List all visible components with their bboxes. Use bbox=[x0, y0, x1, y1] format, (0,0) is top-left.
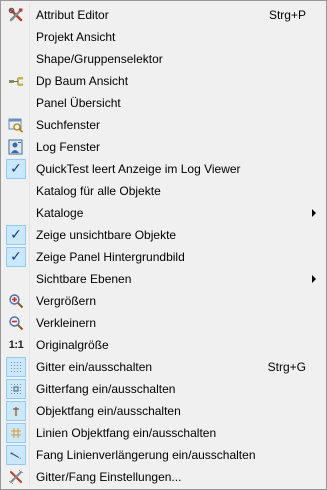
menu-item-gitterfang[interactable]: Gitterfang ein/ausschalten bbox=[3, 378, 324, 400]
menu-item-shape-gruppenselektor[interactable]: Shape/Gruppenselektor bbox=[3, 48, 324, 70]
menu-item-label: Suchfenster bbox=[36, 118, 101, 132]
menu-item-label: Projekt Ansicht bbox=[36, 30, 116, 44]
menu-item-sichtbare-ebenen[interactable]: Sichtbare Ebenen bbox=[3, 268, 324, 290]
search-window-icon bbox=[3, 114, 29, 136]
menu-item-fang-linienverlaengerung[interactable]: Fang Linienverlängerung ein/ausschalten bbox=[3, 444, 324, 466]
menu-item-label: Fang Linienverlängerung ein/ausschalten bbox=[36, 448, 256, 462]
log-window-icon bbox=[3, 136, 29, 158]
zoom-out-icon bbox=[3, 312, 29, 334]
menu-item-label: Panel Übersicht bbox=[36, 96, 121, 110]
object-snap-icon bbox=[6, 401, 26, 421]
menu-item-projekt-ansicht[interactable]: Projekt Ansicht bbox=[3, 26, 324, 48]
menu-item-verkleinern[interactable]: Verkleinern bbox=[3, 312, 324, 334]
zoom-in-icon bbox=[3, 290, 29, 312]
menu-item-label: Objektfang ein/ausschalten bbox=[36, 404, 181, 418]
menu-item-label: Attribut Editor bbox=[36, 8, 109, 22]
menu-item-zeige-unsichtbare-objekte[interactable]: ✓ Zeige unsichtbare Objekte bbox=[3, 224, 324, 246]
menu-item-katalog-alle-objekte[interactable]: Katalog für alle Objekte bbox=[3, 180, 324, 202]
menu-item-label: Log Fenster bbox=[36, 140, 101, 154]
menu-item-label: Zeige unsichtbare Objekte bbox=[36, 228, 177, 242]
grid-settings-icon bbox=[3, 466, 29, 488]
menu-item-kataloge[interactable]: Kataloge bbox=[3, 202, 324, 224]
menu-item-label: Zeige Panel Hintergrundbild bbox=[36, 250, 185, 264]
line-extension-snap-icon bbox=[6, 445, 26, 465]
menu-item-label: Gitter ein/ausschalten bbox=[36, 360, 153, 374]
submenu-arrow-icon bbox=[312, 209, 316, 217]
menu-item-attribut-editor[interactable]: Attribut Editor Strg+P bbox=[3, 4, 324, 26]
checkmark-icon: ✓ bbox=[10, 249, 22, 265]
original-size-icon: 1:1 bbox=[8, 339, 24, 351]
menu-item-label: Gitter/Fang Einstellungen... bbox=[36, 470, 182, 484]
menu-item-shortcut: Strg+G bbox=[267, 360, 306, 374]
menu-item-suchfenster[interactable]: Suchfenster bbox=[3, 114, 324, 136]
menu-item-label: Gitterfang ein/ausschalten bbox=[36, 382, 176, 396]
menu-item-quicktest-log-viewer[interactable]: ✓ QuickTest leert Anzeige im Log Viewer bbox=[3, 158, 324, 180]
menu-item-label: QuickTest leert Anzeige im Log Viewer bbox=[36, 162, 241, 176]
menu-item-label: Sichtbare Ebenen bbox=[36, 272, 132, 286]
menu-item-label: Kataloge bbox=[36, 206, 84, 220]
menu-item-label: Katalog für alle Objekte bbox=[36, 184, 161, 198]
menu-item-label: Dp Baum Ansicht bbox=[36, 74, 129, 88]
tools-icon bbox=[3, 4, 29, 26]
menu-items: Attribut Editor Strg+P Projekt Ansicht S… bbox=[3, 4, 324, 488]
menu-item-label: Shape/Gruppenselektor bbox=[36, 52, 163, 66]
menu-item-log-fenster[interactable]: Log Fenster bbox=[3, 136, 324, 158]
checkmark-icon: ✓ bbox=[10, 161, 22, 177]
menu-item-vergroessern[interactable]: Vergrößern bbox=[3, 290, 324, 312]
menu-item-zeige-panel-hintergrundbild[interactable]: ✓ Zeige Panel Hintergrundbild bbox=[3, 246, 324, 268]
menu-item-label: Linien Objektfang ein/ausschalten bbox=[36, 426, 217, 440]
checkmark-icon: ✓ bbox=[10, 227, 22, 243]
menu-item-label: Vergrößern bbox=[36, 294, 97, 308]
line-snap-icon bbox=[6, 423, 26, 443]
menu-item-gitter[interactable]: Gitter ein/ausschalten Strg+G bbox=[3, 356, 324, 378]
grid-snap-icon bbox=[6, 379, 26, 399]
context-menu: Attribut Editor Strg+P Projekt Ansicht S… bbox=[0, 0, 327, 490]
menu-item-panel-uebersicht[interactable]: Panel Übersicht bbox=[3, 92, 324, 114]
menu-item-gitter-fang-einstellungen[interactable]: Gitter/Fang Einstellungen... bbox=[3, 466, 324, 488]
grid-icon bbox=[6, 357, 26, 377]
tree-icon bbox=[3, 70, 29, 92]
menu-item-label: Verkleinern bbox=[36, 316, 97, 330]
menu-item-objektfang[interactable]: Objektfang ein/ausschalten bbox=[3, 400, 324, 422]
menu-item-label: Originalgröße bbox=[36, 338, 109, 352]
menu-item-originalgroesse[interactable]: 1:1 Originalgröße bbox=[3, 334, 324, 356]
menu-item-dp-baum-ansicht[interactable]: Dp Baum Ansicht bbox=[3, 70, 324, 92]
menu-item-shortcut: Strg+P bbox=[268, 8, 306, 22]
submenu-arrow-icon bbox=[312, 275, 316, 283]
menu-item-linien-objektfang[interactable]: Linien Objektfang ein/ausschalten bbox=[3, 422, 324, 444]
